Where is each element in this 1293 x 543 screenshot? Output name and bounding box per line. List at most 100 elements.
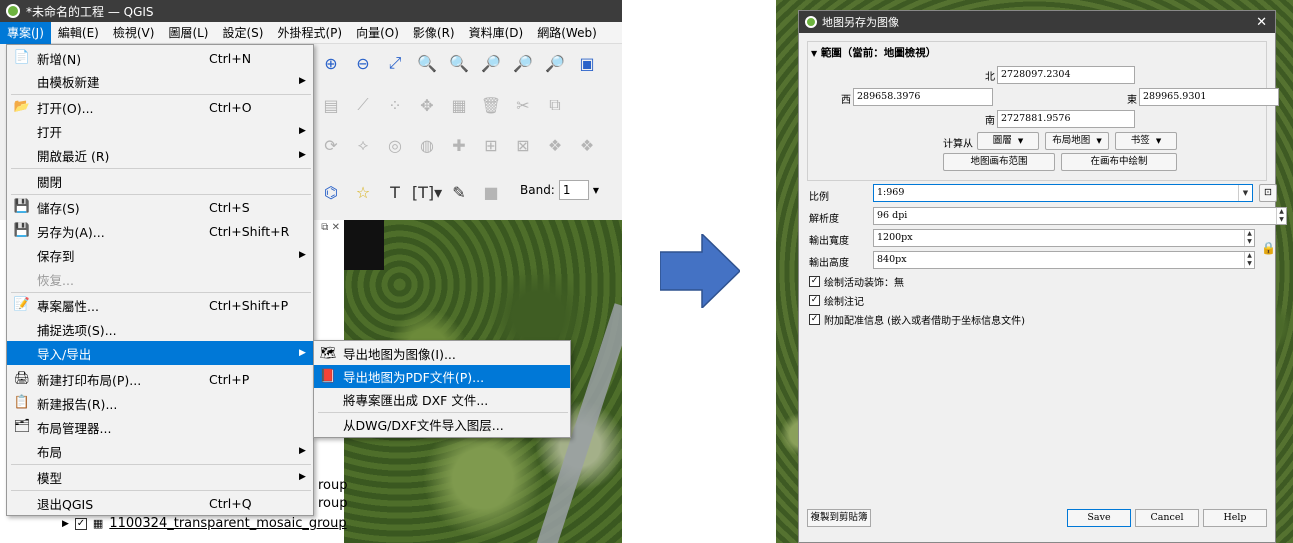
submenu-export-pdf[interactable]: 📕 导出地图为PDF文件(P)... (314, 365, 570, 388)
layer-group-2[interactable]: roup (318, 496, 348, 511)
menu-web[interactable]: 網路(Web) (530, 22, 604, 44)
menu-layer[interactable]: 圖層(L) (161, 22, 215, 44)
append-georef-checkbox[interactable]: ✓ (809, 314, 820, 325)
draw-annotations-checkbox-row[interactable]: ✓ 绘制注记 (809, 293, 864, 308)
help-button[interactable]: Help (1203, 509, 1267, 527)
chevron-down-icon[interactable]: ▼ (1238, 185, 1252, 201)
west-field[interactable]: 289658.3976 (853, 88, 993, 106)
node-tool-icon[interactable]: ⌬ (318, 179, 344, 205)
menu-item-new[interactable]: 📄 新增(N) Ctrl+N (7, 46, 313, 70)
menu-item-new-print-layout[interactable]: 🖨 新建打印布局(P)... Ctrl+P (7, 367, 313, 391)
south-field[interactable]: 2727881.9576 (997, 110, 1135, 128)
draw-decorations-checkbox[interactable]: ✓ (809, 276, 820, 287)
digitize-line-icon[interactable]: ⟋ (350, 92, 376, 118)
menu-item-exit[interactable]: 退出QGIS Ctrl+Q (7, 491, 313, 515)
height-spinbox[interactable]: 840px ▲ ▼ (873, 251, 1255, 269)
spin-arrows-icon[interactable]: ▲ ▼ (1244, 230, 1254, 246)
fill-ring-icon[interactable]: ✚ (446, 132, 472, 158)
east-field[interactable]: 289965.9301 (1139, 88, 1279, 106)
menu-item-import-export[interactable]: 导入/导出 ▶ (7, 341, 313, 365)
submenu-export-dxf[interactable]: 將專案匯出成 DXF 文件... (314, 388, 570, 411)
new-map-view-icon[interactable]: ▣ (574, 50, 600, 76)
extent-header[interactable]: ▼ 範圍（當前：地圖檢視） (811, 45, 936, 60)
rotate-feature-icon[interactable]: ⟳ (318, 132, 344, 158)
zoom-out-icon[interactable]: ⊖ (350, 50, 376, 76)
append-georef-checkbox-row[interactable]: ✓ 附加配准信息 (嵌入或者借助于坐标信息文件) (809, 312, 1025, 327)
star-icon[interactable]: ☆ (350, 179, 376, 205)
zoom-in-icon[interactable]: ⊕ (318, 50, 344, 76)
menu-view[interactable]: 檢視(V) (106, 22, 162, 44)
menu-item-layouts[interactable]: 布局 ▶ (7, 439, 313, 463)
menu-item-models[interactable]: 模型 ▶ (7, 465, 313, 489)
map-canvas-extent-button[interactable]: 地图画布范围 (943, 153, 1055, 171)
zoom-next-icon[interactable]: 🔎 (542, 50, 568, 76)
scale-picker-icon[interactable]: ⊡ (1259, 184, 1277, 202)
add-part-icon[interactable]: ◍ (414, 132, 440, 158)
menu-edit[interactable]: 編輯(E) (51, 22, 106, 44)
save-button[interactable]: Save (1067, 509, 1131, 527)
draw-on-canvas-button[interactable]: 在画布中绘制 (1061, 153, 1177, 171)
delete-part-icon[interactable]: ⊠ (510, 132, 536, 158)
menu-item-properties[interactable]: 📝 專案屬性... Ctrl+Shift+P (7, 293, 313, 317)
simplify-icon[interactable]: ⟡ (350, 132, 376, 158)
calc-from-layout-button[interactable]: 布局地图 ▼ (1045, 132, 1109, 150)
band-select[interactable]: 1 (558, 180, 589, 200)
menu-raster[interactable]: 影像(R) (406, 22, 462, 44)
copy-to-clipboard-button[interactable]: 複製到剪貼簿 (807, 509, 871, 527)
delete-ring-icon[interactable]: ⊞ (478, 132, 504, 158)
text-tool-icon[interactable]: [T]▾ (412, 179, 442, 205)
spin-arrows-icon[interactable]: ▲ ▼ (1244, 252, 1254, 268)
menu-settings[interactable]: 設定(S) (216, 22, 271, 44)
save-edits-icon[interactable]: ▤ (318, 92, 344, 118)
menu-item-revert[interactable]: 恢复... (7, 267, 313, 291)
panel-close-icon[interactable]: ⧉ ✕ (321, 222, 340, 233)
menu-item-close[interactable]: 關閉 (7, 169, 313, 193)
reshape-icon[interactable]: ❖ (542, 132, 568, 158)
zoom-full-icon[interactable]: ⤢ (382, 50, 408, 76)
menu-database[interactable]: 資料庫(D) (462, 22, 531, 44)
scale-combobox[interactable]: 1:969 ▼ (873, 184, 1253, 202)
zoom-selection-icon[interactable]: 🔍 (414, 50, 440, 76)
color-picker-icon[interactable]: ✎ (446, 179, 472, 205)
submenu-import-dwg[interactable]: 从DWG/DXF文件导入图层... (314, 413, 570, 436)
swatch-icon[interactable]: ■ (478, 179, 504, 205)
vertex-tool-icon[interactable]: ⁘ (382, 92, 408, 118)
zoom-layer-icon[interactable]: 🔍 (446, 50, 472, 76)
width-spinbox[interactable]: 1200px ▲ ▼ (873, 229, 1255, 247)
menu-item-new-report[interactable]: 📋 新建报告(R)... (7, 391, 313, 415)
menu-item-snapping[interactable]: 捕捉选项(S)... (7, 317, 313, 341)
layer-name[interactable]: 1100324_transparent_mosaic_group (109, 516, 346, 531)
calc-from-bookmark-button[interactable]: 书签 ▼ (1115, 132, 1177, 150)
chevron-down-icon[interactable]: ▼ (593, 186, 599, 195)
resolution-spinbox[interactable]: 96 dpi ▲ ▼ (873, 207, 1287, 225)
cut-features-icon[interactable]: ✂ (510, 92, 536, 118)
zoom-native-icon[interactable]: 🔎 (478, 50, 504, 76)
menu-item-open[interactable]: 📂 打开(O)... Ctrl+O (7, 95, 313, 119)
menu-item-save-to[interactable]: 保存到 ▶ (7, 243, 313, 267)
menu-item-open-from[interactable]: 打开 ▶ (7, 119, 313, 143)
menu-item-open-recent[interactable]: 開啟最近 (R) ▶ (7, 143, 313, 167)
draw-decorations-checkbox-row[interactable]: ✓ 绘制活动装饰：無 (809, 274, 904, 289)
close-icon[interactable]: ✕ (1256, 15, 1267, 30)
draw-annotations-checkbox[interactable]: ✓ (809, 295, 820, 306)
north-field[interactable]: 2728097.2304 (997, 66, 1135, 84)
modify-attributes-icon[interactable]: ▦ (446, 92, 472, 118)
expand-arrow-icon[interactable]: ▶ (62, 519, 69, 529)
menu-item-save[interactable]: 💾 儲存(S) Ctrl+S (7, 195, 313, 219)
lock-aspect-ratio-icon[interactable]: 🔒 (1261, 241, 1276, 255)
copy-features-icon[interactable]: ⧉ (542, 92, 568, 118)
calc-from-layer-button[interactable]: 圖層 ▼ (977, 132, 1039, 150)
menu-plugins[interactable]: 外掛程式(P) (270, 22, 349, 44)
cancel-button[interactable]: Cancel (1135, 509, 1199, 527)
menu-project[interactable]: 專案(J) (0, 21, 51, 44)
collapse-arrow-icon[interactable]: ▼ (811, 49, 817, 58)
menu-item-new-from-template[interactable]: 由模板新建 ▶ (7, 69, 313, 93)
zoom-last-icon[interactable]: 🔎 (510, 50, 536, 76)
submenu-export-image[interactable]: 🗺 导出地图为图像(I)... (314, 342, 570, 365)
move-feature-icon[interactable]: ✥ (414, 92, 440, 118)
layer-group-1[interactable]: roup (318, 478, 348, 493)
delete-selected-icon[interactable]: 🗑 (478, 92, 504, 118)
spin-arrows-icon[interactable]: ▲ ▼ (1276, 208, 1286, 224)
menu-item-save-as[interactable]: 💾 另存为(A)... Ctrl+Shift+R (7, 219, 313, 243)
text-annotation-icon[interactable]: T (382, 179, 408, 205)
